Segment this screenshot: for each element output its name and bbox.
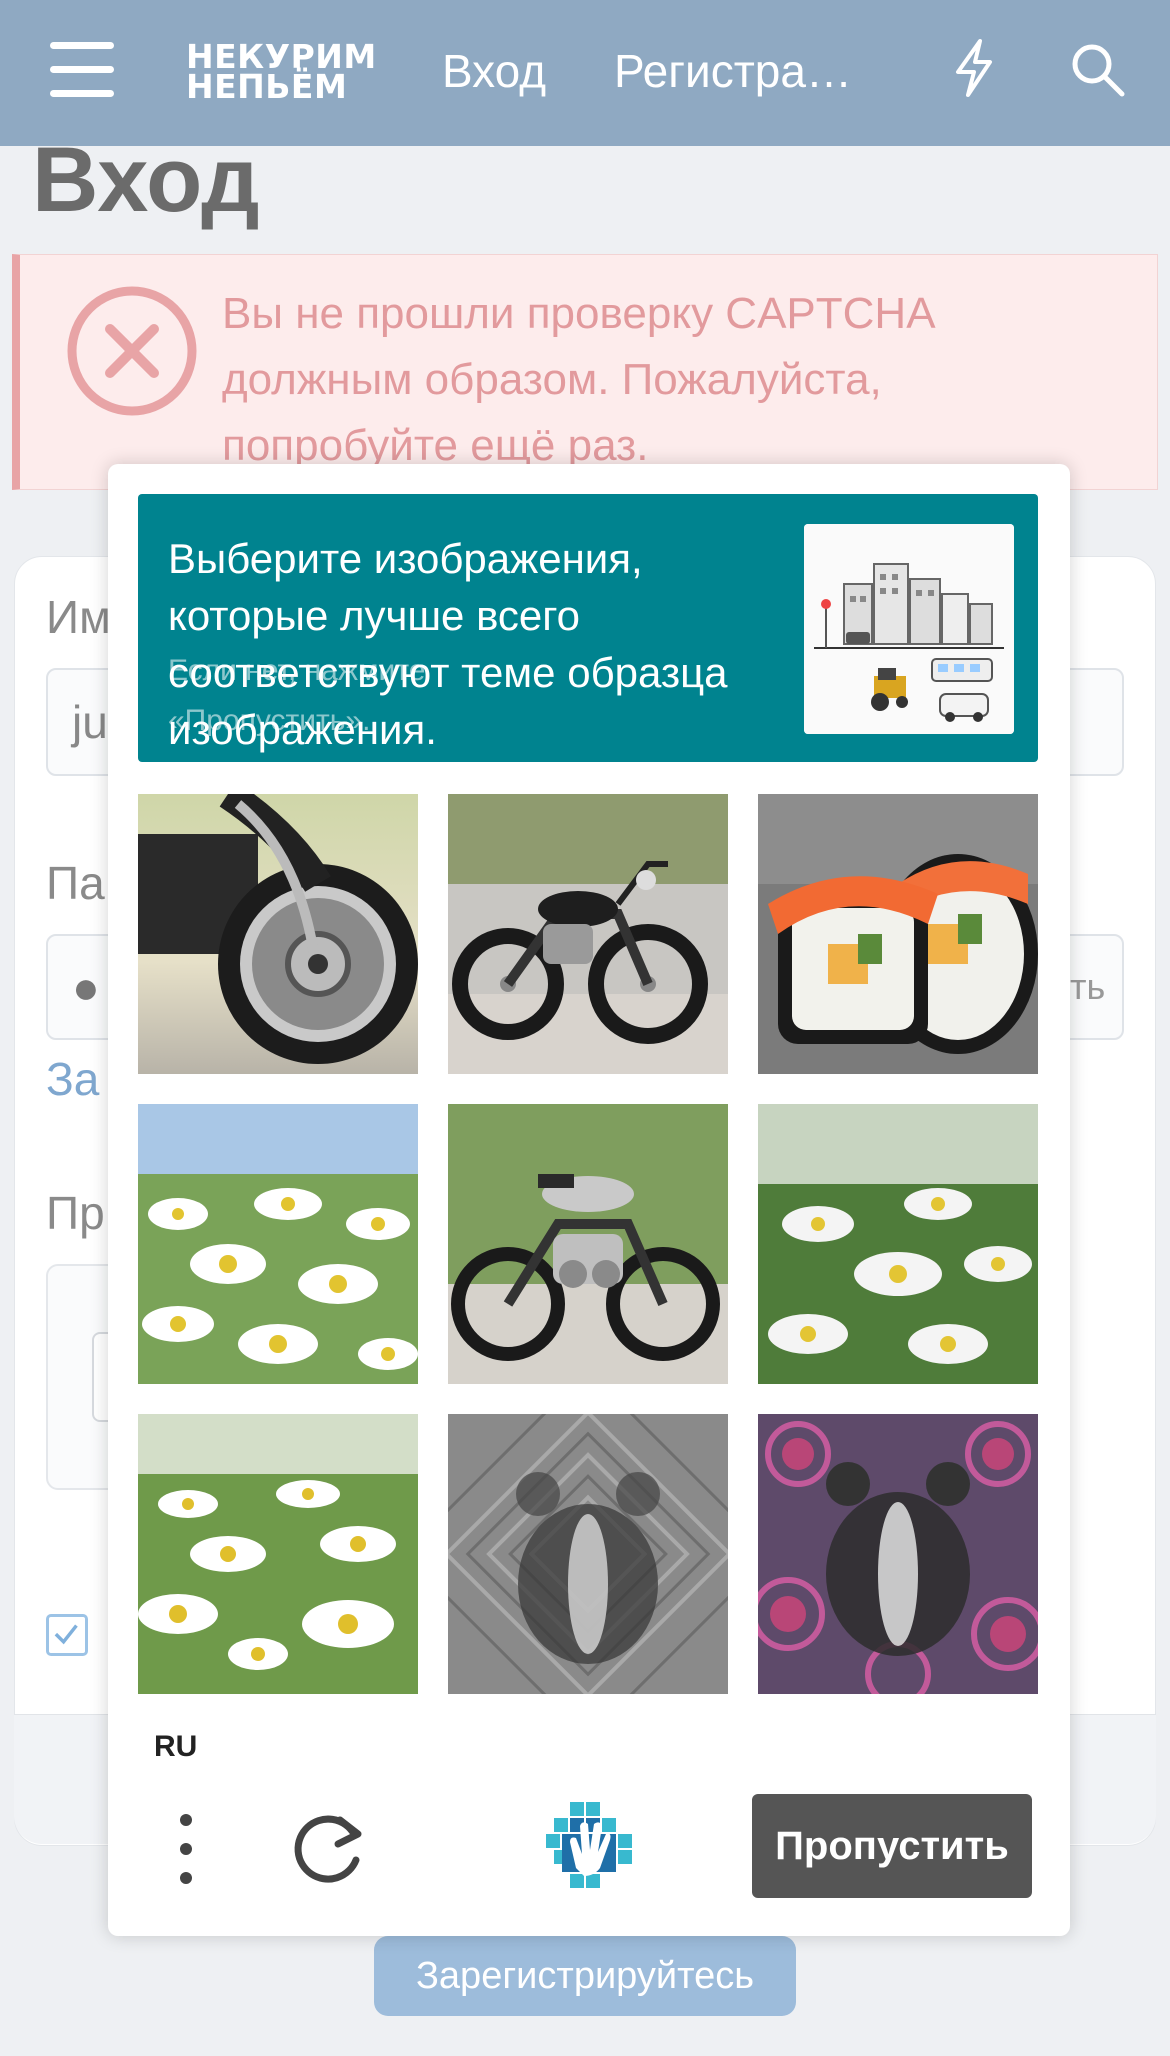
- challenge-tile-5[interactable]: [448, 1104, 728, 1384]
- challenge-tile-6[interactable]: [758, 1104, 1038, 1384]
- more-options-icon[interactable]: [176, 1810, 196, 1888]
- challenge-image-grid: [138, 794, 1038, 1694]
- check-icon: [54, 1624, 78, 1645]
- refresh-icon[interactable]: [286, 1804, 370, 1888]
- password-label: Па: [46, 857, 105, 909]
- show-password-toggle[interactable]: ть: [1070, 966, 1105, 1008]
- error-message-box: Вы не прошли проверку CAPTCHA должным об…: [12, 254, 1158, 490]
- language-selector[interactable]: RU: [154, 1730, 197, 1764]
- top-bar: НЕКУРИМ НЕПЬЁМ Вход Регистра…: [0, 0, 1170, 146]
- register-button[interactable]: Зарегистрируйтесь: [374, 1936, 796, 2016]
- sample-image: [804, 524, 1014, 734]
- challenge-tile-8[interactable]: [448, 1414, 728, 1694]
- challenge-tile-7[interactable]: [138, 1414, 418, 1694]
- challenge-tile-1[interactable]: [138, 794, 418, 1074]
- nav-login-link[interactable]: Вход: [442, 44, 546, 98]
- challenge-tile-3[interactable]: [758, 794, 1038, 1074]
- username-label: Им: [46, 591, 111, 643]
- forgot-password-link[interactable]: За: [46, 1052, 99, 1106]
- captcha-label: Пр: [46, 1187, 105, 1239]
- search-icon[interactable]: [1068, 40, 1126, 98]
- challenge-tile-9[interactable]: [758, 1414, 1038, 1694]
- nav-register-link[interactable]: Регистра…: [614, 44, 874, 98]
- site-logo[interactable]: НЕКУРИМ НЕПЬЁМ: [186, 40, 396, 106]
- logo-line-2: НЕПЬЁМ: [186, 67, 348, 106]
- challenge-prompt: Выберите изображения, которые лучше всег…: [168, 535, 728, 753]
- challenge-tile-4[interactable]: [138, 1104, 418, 1384]
- username-value: ju: [72, 696, 108, 748]
- challenge-tile-2[interactable]: [448, 794, 728, 1074]
- skip-button[interactable]: Пропустить: [752, 1794, 1032, 1898]
- error-message-text: Вы не прошли проверку CAPTCHA должным об…: [222, 289, 934, 470]
- password-value: ●: [72, 961, 100, 1013]
- bolt-icon[interactable]: [950, 38, 998, 98]
- hcaptcha-hand-icon[interactable]: [540, 1796, 640, 1896]
- error-x-icon: [67, 286, 197, 416]
- stay-logged-in-checkbox[interactable]: [46, 1614, 88, 1656]
- menu-icon[interactable]: [50, 42, 114, 98]
- challenge-header: Если нет, нажмите «Пропустить». Выберите…: [138, 494, 1038, 762]
- hcaptcha-challenge: Если нет, нажмите «Пропустить». Выберите…: [108, 464, 1070, 1936]
